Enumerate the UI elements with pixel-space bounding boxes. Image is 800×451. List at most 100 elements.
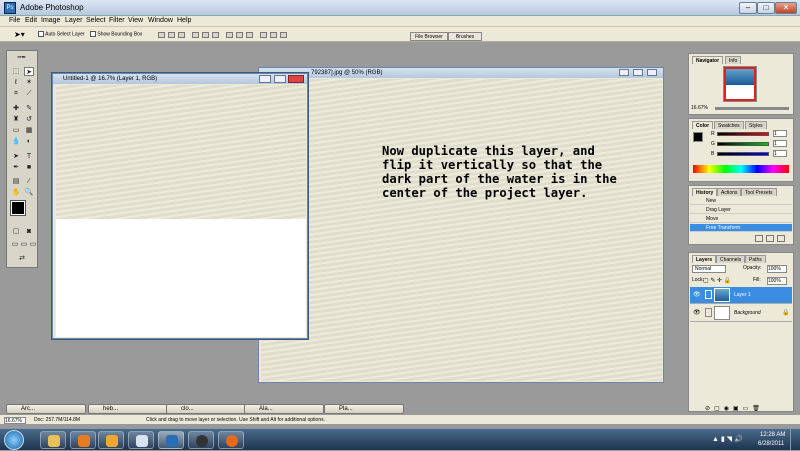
- channels-tab[interactable]: Channels: [716, 255, 746, 263]
- blue-slider[interactable]: [717, 152, 769, 156]
- styles-tab[interactable]: Styles: [745, 121, 767, 129]
- minimized-doc[interactable]: Arc...: [6, 404, 86, 414]
- green-value[interactable]: 1: [773, 140, 787, 147]
- pen-tool-icon[interactable]: ✒: [11, 163, 21, 172]
- distribute-bottom-icon[interactable]: [246, 32, 253, 38]
- quickmask-mode-icon[interactable]: ◙: [24, 227, 34, 236]
- menu-select[interactable]: Select: [86, 17, 105, 24]
- color-tab[interactable]: Color: [692, 121, 714, 129]
- screen-mode-3-icon[interactable]: ▭: [28, 240, 38, 249]
- navigator-view-box[interactable]: [724, 67, 756, 101]
- tool-presets-tab[interactable]: Tool Presets: [741, 188, 777, 196]
- move-tool-button[interactable]: ➤: [24, 67, 34, 76]
- layer-name[interactable]: Background: [734, 310, 761, 316]
- ocean-photo-canvas[interactable]: [261, 79, 662, 381]
- file-browser-tab[interactable]: File Browser: [410, 32, 448, 41]
- menu-file[interactable]: File: [9, 17, 20, 24]
- maximize-button[interactable]: □: [757, 2, 775, 14]
- hand-tool-icon[interactable]: ✋: [11, 188, 21, 197]
- paths-tab[interactable]: Paths: [745, 255, 766, 263]
- standard-mode-icon[interactable]: ▢: [11, 227, 21, 236]
- eye-icon[interactable]: 👁: [693, 309, 701, 316]
- shape-tool-icon[interactable]: ■: [24, 163, 34, 172]
- auto-select-checkbox[interactable]: [38, 31, 44, 37]
- clock-time[interactable]: 12:28 AM: [760, 432, 785, 438]
- layers-tab[interactable]: Layers: [692, 255, 717, 263]
- align-top-icon[interactable]: [158, 32, 165, 38]
- doc1-maximize-icon[interactable]: [274, 75, 286, 83]
- notes-tool-icon[interactable]: ▤: [11, 177, 21, 186]
- red-value[interactable]: 1: [773, 130, 787, 137]
- windows-explorer-icon[interactable]: [98, 431, 124, 449]
- firefox-icon[interactable]: [218, 431, 244, 449]
- menu-help[interactable]: Help: [177, 17, 191, 24]
- show-desktop-button[interactable]: [790, 429, 800, 451]
- gradient-tool-icon[interactable]: ▦: [24, 126, 34, 135]
- history-trash-icon[interactable]: [777, 235, 785, 242]
- history-item[interactable]: Drag Layer: [690, 206, 792, 214]
- layer-buttons[interactable]: ⊘▢◉▣▭🗑: [705, 405, 764, 412]
- doc1-close-icon[interactable]: [288, 75, 304, 83]
- color-ramp[interactable]: [693, 165, 789, 173]
- history-snapshot-icon[interactable]: [755, 235, 763, 242]
- minimized-doc[interactable]: clo...: [166, 404, 246, 414]
- align-middle-icon[interactable]: [168, 32, 175, 38]
- navigator-tab[interactable]: Navigator: [692, 56, 724, 64]
- navigator-zoom[interactable]: 16.67%: [691, 105, 708, 111]
- media-player-icon[interactable]: [70, 431, 96, 449]
- fill-value[interactable]: 100%: [767, 277, 787, 285]
- marquee-tool-icon[interactable]: ⬚: [11, 67, 21, 76]
- align-center-icon[interactable]: [202, 32, 209, 38]
- eye-icon[interactable]: 👁: [693, 291, 701, 298]
- layer-row[interactable]: 👁 Background 🔒: [690, 305, 792, 322]
- paint-icon[interactable]: [128, 431, 154, 449]
- zoom-tool-icon[interactable]: 🔍: [24, 188, 34, 197]
- minimized-doc[interactable]: Pla...: [324, 404, 404, 414]
- navigator-zoom-slider[interactable]: [715, 107, 789, 110]
- auto-select-option[interactable]: Auto Select Layer: [38, 31, 85, 37]
- water-layer-canvas[interactable]: [56, 85, 306, 219]
- menu-layer[interactable]: Layer: [65, 17, 83, 24]
- doc2-maximize-icon[interactable]: [633, 69, 643, 76]
- jump-to-imageready-icon[interactable]: ⇄: [17, 254, 27, 263]
- eraser-tool-icon[interactable]: ▭: [11, 126, 21, 135]
- eyedropper-icon[interactable]: ⁄: [24, 177, 34, 186]
- history-tab[interactable]: History: [692, 188, 718, 196]
- menu-edit[interactable]: Edit: [25, 17, 37, 24]
- explorer-icon[interactable]: [40, 431, 66, 449]
- bounding-box-option[interactable]: Show Bounding Box: [90, 31, 142, 37]
- layer-row-selected[interactable]: 👁 Layer 1: [690, 287, 792, 304]
- disc-app-icon[interactable]: [188, 431, 214, 449]
- swatches-tab[interactable]: Swatches: [714, 121, 744, 129]
- close-button[interactable]: ✕: [775, 2, 797, 14]
- menu-window[interactable]: Window: [148, 17, 173, 24]
- distribute-center-icon[interactable]: [270, 32, 277, 38]
- slice-tool-icon[interactable]: ⟋: [24, 89, 34, 98]
- doc2-minimize-icon[interactable]: [619, 69, 629, 76]
- align-bottom-icon[interactable]: [178, 32, 185, 38]
- clock-date[interactable]: 6/28/2011: [758, 441, 784, 447]
- white-canvas-area[interactable]: [56, 219, 306, 337]
- history-item[interactable]: Move: [690, 215, 792, 223]
- menu-filter[interactable]: Filter: [109, 17, 125, 24]
- color-fg-swatch[interactable]: [693, 132, 703, 142]
- minimized-doc[interactable]: heb...: [88, 404, 168, 414]
- distribute-right-icon[interactable]: [280, 32, 287, 38]
- lasso-tool-icon[interactable]: ℓ: [11, 78, 21, 87]
- history-brush-icon[interactable]: ↺: [24, 115, 34, 124]
- navigator-thumbnail[interactable]: [723, 66, 757, 102]
- type-tool-icon[interactable]: T: [24, 152, 34, 161]
- opacity-value[interactable]: 100%: [767, 265, 787, 273]
- align-left-icon[interactable]: [192, 32, 199, 38]
- blue-value[interactable]: 1: [773, 150, 787, 157]
- tray-icons[interactable]: ▲ ▮ ◥ 🔊: [712, 435, 743, 443]
- layer-name[interactable]: Layer 1: [734, 292, 751, 298]
- distribute-left-icon[interactable]: [260, 32, 267, 38]
- align-right-icon[interactable]: [212, 32, 219, 38]
- green-slider[interactable]: [717, 142, 769, 146]
- healing-brush-icon[interactable]: ✚: [11, 104, 21, 113]
- blend-mode-select[interactable]: Normal: [692, 265, 726, 273]
- doc2-close-icon[interactable]: [647, 69, 657, 76]
- start-orb-icon[interactable]: [4, 430, 24, 450]
- red-slider[interactable]: [717, 132, 769, 136]
